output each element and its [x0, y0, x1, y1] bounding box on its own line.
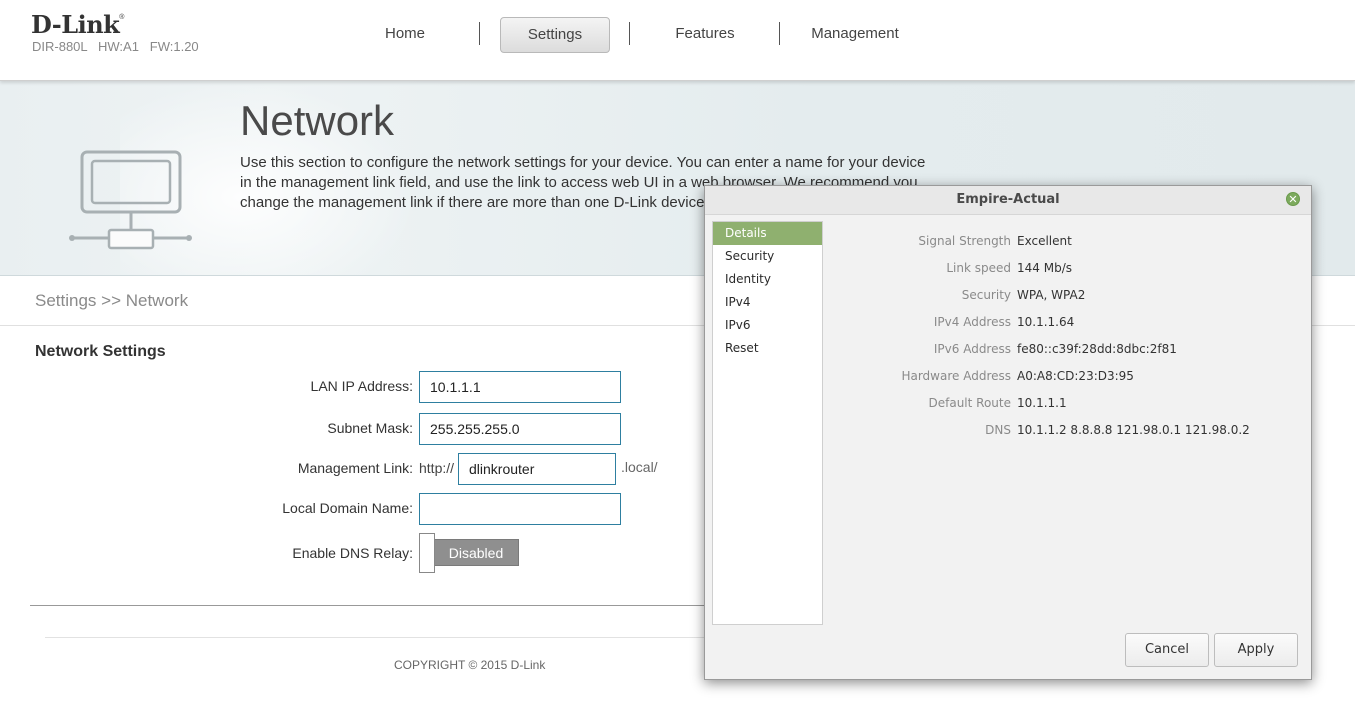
management-link-suffix: .local/: [621, 459, 658, 475]
nav-home[interactable]: Home: [350, 17, 460, 51]
model-info: DIR-880L HW:A1 FW:1.20: [32, 39, 199, 54]
detail-value: 144 Mb/s: [1017, 261, 1072, 275]
detail-label: Link speed: [946, 261, 1011, 275]
management-link-label: Management Link:: [297, 460, 413, 476]
sidebar-item-identity[interactable]: Identity: [713, 268, 822, 291]
sidebar-item-reset[interactable]: Reset: [713, 337, 822, 360]
page-title: Network: [240, 97, 395, 144]
cancel-button[interactable]: Cancel: [1125, 633, 1209, 667]
dialog-titlebar[interactable]: Empire-Actual ✕: [705, 186, 1311, 215]
nav-features[interactable]: Features: [650, 17, 760, 51]
detail-value: Excellent: [1017, 234, 1072, 248]
management-link-prefix: http://: [419, 460, 455, 476]
detail-label: IPv4 Address: [933, 315, 1011, 329]
detail-label: IPv6 Address: [933, 342, 1011, 356]
dns-relay-label: Enable DNS Relay:: [292, 545, 413, 561]
sidebar-item-security[interactable]: Security: [713, 245, 822, 268]
management-link-input[interactable]: [458, 453, 616, 485]
nav-divider: [479, 22, 480, 45]
dialog-sidebar: Details Security Identity IPv4 IPv6 Rese…: [712, 221, 823, 625]
form-divider: [30, 605, 710, 606]
dns-relay-toggle[interactable]: Disabled: [419, 533, 519, 573]
detail-value: 10.1.1.2 8.8.8.8 121.98.0.1 121.98.0.2: [1017, 423, 1250, 437]
detail-value: 10.1.1.1: [1017, 396, 1067, 410]
close-icon[interactable]: ✕: [1286, 192, 1300, 206]
logo-text: D-Link: [31, 10, 120, 39]
section-title: Network Settings: [35, 343, 166, 360]
dns-relay-state: Disabled: [433, 539, 519, 566]
detail-value: fe80::c39f:28dd:8dbc:2f81: [1017, 342, 1177, 356]
detail-label: Default Route: [928, 396, 1012, 410]
local-domain-input[interactable]: [419, 493, 621, 525]
detail-label: Security: [961, 288, 1011, 302]
toggle-knob[interactable]: [419, 533, 435, 573]
top-header: D-Link® DIR-880L HW:A1 FW:1.20 Home Sett…: [0, 0, 1355, 81]
detail-label: Hardware Address: [901, 369, 1011, 383]
nav-divider: [629, 22, 630, 45]
registered-mark: ®: [119, 14, 124, 21]
detail-value: 10.1.1.64: [1017, 315, 1075, 329]
local-domain-label: Local Domain Name:: [282, 500, 413, 516]
subnet-mask-input[interactable]: [419, 413, 621, 445]
copyright: COPYRIGHT © 2015 D-Link: [394, 658, 546, 672]
detail-label: DNS: [985, 423, 1011, 437]
nav-settings[interactable]: Settings: [500, 17, 610, 53]
breadcrumb: Settings >> Network: [35, 291, 189, 310]
detail-value: WPA, WPA2: [1017, 288, 1086, 302]
sidebar-item-ipv4[interactable]: IPv4: [713, 291, 822, 314]
apply-button[interactable]: Apply: [1214, 633, 1298, 667]
nav-divider: [779, 22, 780, 45]
sidebar-item-details[interactable]: Details: [713, 222, 822, 245]
sidebar-item-ipv6[interactable]: IPv6: [713, 314, 822, 337]
computer-network-icon: [69, 150, 192, 250]
lan-ip-label: LAN IP Address:: [310, 378, 413, 394]
nav-management[interactable]: Management: [800, 17, 910, 51]
detail-value: A0:A8:CD:23:D3:95: [1017, 369, 1134, 383]
dlink-logo[interactable]: D-Link®: [31, 10, 124, 39]
network-details-dialog: Empire-Actual ✕ Details Security Identit…: [704, 185, 1312, 680]
detail-label: Signal Strength: [918, 234, 1011, 248]
footer-divider: [45, 637, 715, 638]
subnet-mask-label: Subnet Mask:: [327, 420, 413, 436]
dialog-title: Empire-Actual: [956, 192, 1060, 207]
lan-ip-input[interactable]: [419, 371, 621, 403]
